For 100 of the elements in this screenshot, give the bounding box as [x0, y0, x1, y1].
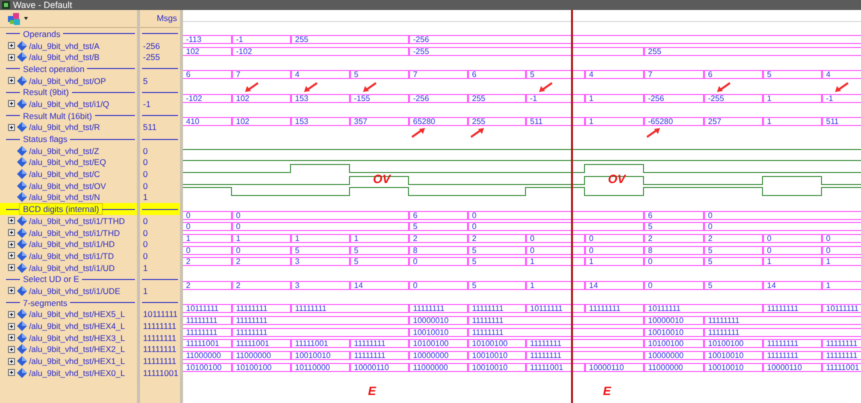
signal-name[interactable]: /alu_9bit_vhd_tst/i1/Q: [29, 98, 110, 109]
signal-value: 11111111: [143, 332, 176, 343]
bus-value: 11111111: [529, 352, 562, 359]
group-label: BCD digits (internal): [20, 204, 102, 214]
bus-value: 65280: [412, 118, 436, 126]
bus-value: 0: [707, 212, 712, 219]
expand-icon[interactable]: [8, 310, 15, 318]
signal-name[interactable]: /alu_9bit_vhd_tst/N: [29, 192, 100, 202]
annotation-label: E: [368, 384, 376, 398]
expand-icon[interactable]: [8, 252, 15, 260]
signal-name[interactable]: /alu_9bit_vhd_tst/i1/UDE: [29, 286, 120, 296]
expand-icon[interactable]: [8, 322, 15, 330]
signal-name[interactable]: /alu_9bit_vhd_tst/i1/TTHD: [29, 216, 125, 226]
signal-name[interactable]: /alu_9bit_vhd_tst/HEX0_L: [29, 368, 125, 378]
signals-icon[interactable]: [8, 12, 22, 24]
expand-icon[interactable]: [8, 240, 15, 248]
signal-name[interactable]: /alu_9bit_vhd_tst/i1/UD: [29, 262, 115, 273]
signal-value: 0: [143, 228, 148, 238]
bus-value: 10100100: [707, 340, 744, 348]
bus-value: 5: [353, 258, 358, 266]
bus-value: 1: [353, 235, 358, 242]
bus-value: 11111111: [185, 328, 218, 336]
signal-name[interactable]: /alu_9bit_vhd_tst/i1/HD: [29, 239, 115, 250]
expand-icon[interactable]: [8, 229, 15, 236]
bus-value: 0: [825, 235, 830, 242]
expand-icon[interactable]: [8, 264, 15, 272]
bus-value: 10010010: [294, 352, 331, 359]
bus-value: 11111001: [185, 340, 220, 348]
window-title: Wave - Default: [13, 0, 72, 10]
bus-value: 10100100: [471, 340, 508, 348]
bus-value: 0: [185, 223, 190, 230]
expand-icon[interactable]: [8, 54, 15, 61]
signal-name[interactable]: /alu_9bit_vhd_tst/HEX2_L: [29, 344, 125, 354]
expand-icon[interactable]: [8, 358, 15, 365]
signal-value: 1: [143, 262, 148, 273]
bus-value: 1: [235, 235, 240, 242]
expand-icon[interactable]: [8, 217, 15, 224]
bus-value: 10111111: [185, 305, 219, 312]
bus-value: 1: [825, 258, 830, 266]
diamond-icon: [17, 76, 27, 86]
expand-icon[interactable]: [8, 42, 15, 50]
signal-name[interactable]: /alu_9bit_vhd_tst/OP: [29, 76, 106, 86]
signal-name[interactable]: /alu_9bit_vhd_tst/R: [29, 122, 100, 132]
bus-value: 6: [185, 71, 190, 78]
bus-value: 11111111: [825, 340, 858, 348]
annotation-label: E: [603, 384, 612, 398]
signal-name[interactable]: /alu_9bit_vhd_tst/EQ: [29, 157, 106, 168]
signal-name[interactable]: /alu_9bit_vhd_tst/C: [29, 169, 100, 180]
bus-value: 3: [294, 258, 300, 266]
bus-value: 10010010: [471, 352, 508, 359]
bus-value: 1: [825, 282, 830, 289]
caret-icon[interactable]: [24, 17, 28, 20]
bus-value: 5: [353, 71, 358, 78]
bus-value: 2: [235, 282, 240, 289]
bus-value: -1: [235, 36, 244, 44]
bus-value: -1: [529, 94, 538, 102]
group-label: Operands: [20, 28, 64, 39]
signal-name[interactable]: /alu_9bit_vhd_tst/Z: [29, 146, 100, 156]
signal-name[interactable]: /alu_9bit_vhd_tst/B: [29, 52, 100, 62]
bus-value: 14: [353, 282, 363, 289]
signal-name[interactable]: /alu_9bit_vhd_tst/OV: [29, 180, 106, 191]
bus-value: 8: [647, 246, 652, 254]
bus-value: 0: [766, 246, 772, 254]
bus-value: 5: [353, 246, 358, 254]
signal-value: -1: [143, 98, 151, 109]
expand-icon[interactable]: [8, 100, 15, 108]
bus-value: 11000000: [647, 364, 683, 371]
signal-name[interactable]: /alu_9bit_vhd_tst/HEX1_L: [29, 356, 125, 366]
bus-value: 102: [235, 118, 250, 126]
expand-icon[interactable]: [8, 287, 15, 294]
expand-icon[interactable]: [8, 334, 15, 342]
signal-name[interactable]: /alu_9bit_vhd_tst/HEX4_L: [29, 321, 125, 332]
bus-value: 11111111: [825, 352, 858, 359]
bus-value: 10010010: [647, 328, 684, 336]
bus-value: 11111111: [529, 340, 562, 348]
bus-value: 5: [647, 223, 652, 230]
bus-value: 10100100: [185, 364, 222, 371]
signal-name[interactable]: /alu_9bit_vhd_tst/i1/THD: [29, 228, 120, 238]
expand-icon[interactable]: [8, 124, 15, 131]
signal-name[interactable]: /alu_9bit_vhd_tst/HEX5_L: [29, 309, 125, 320]
expand-icon[interactable]: [8, 346, 15, 353]
expand-icon[interactable]: [8, 369, 15, 376]
bus-value: 0: [235, 223, 240, 230]
bus-value: 0: [235, 212, 240, 219]
bus-value: 11111111: [707, 328, 740, 336]
bus-value: 4: [825, 71, 830, 78]
bus-value: 2: [412, 235, 418, 242]
bus-value: 1: [588, 258, 594, 266]
bus-value: 10110000: [294, 364, 330, 371]
diamond-icon: [17, 157, 27, 168]
expand-icon[interactable]: [8, 77, 15, 84]
signal-name[interactable]: /alu_9bit_vhd_tst/i1/TD: [29, 250, 114, 261]
bus-value: 0: [707, 223, 712, 230]
signal-name[interactable]: /alu_9bit_vhd_tst/A: [29, 40, 100, 51]
bus-value: 11111111: [353, 352, 386, 359]
bus-value: 4: [588, 71, 594, 78]
diamond-icon: [17, 332, 27, 343]
bus-value: 2: [185, 282, 190, 289]
signal-name[interactable]: /alu_9bit_vhd_tst/HEX3_L: [29, 332, 125, 343]
bus-value: 0: [825, 246, 830, 254]
